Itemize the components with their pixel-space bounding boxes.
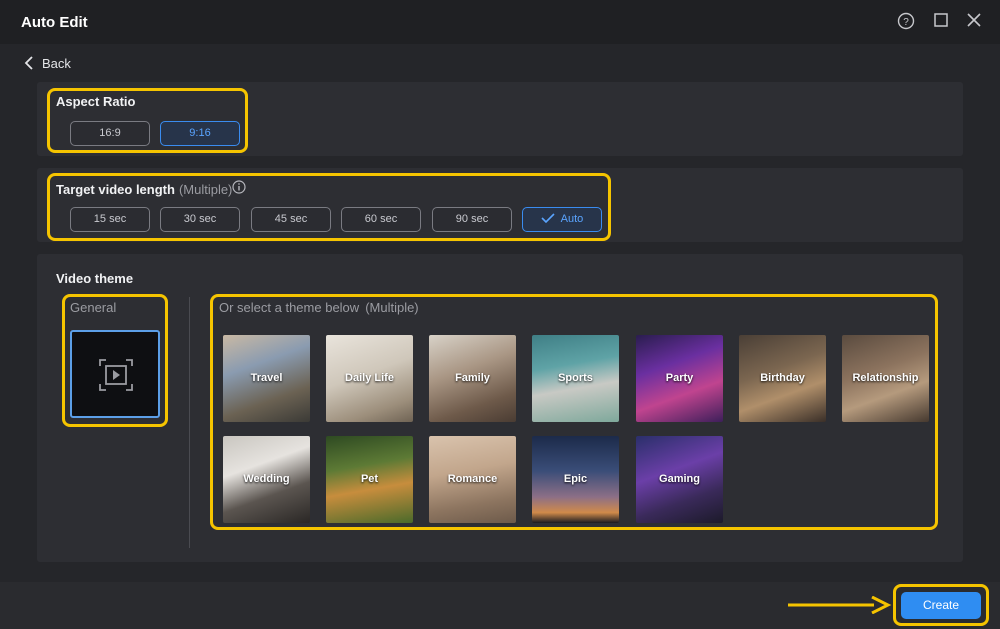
- length-60-button[interactable]: 60 sec: [341, 207, 421, 232]
- target-length-label: Target video length (Multiple): [56, 182, 232, 197]
- aspect-9-16-button[interactable]: 9:16: [160, 121, 240, 146]
- theme-sports[interactable]: Sports: [532, 335, 619, 422]
- theme-birthday[interactable]: Birthday: [739, 335, 826, 422]
- arrow-right-icon: [788, 596, 892, 614]
- back-button[interactable]: Back: [24, 54, 71, 72]
- length-auto-label: Auto: [560, 213, 584, 225]
- theme-gaming-label: Gaming: [659, 473, 700, 485]
- theme-family-label: Family: [455, 372, 490, 384]
- theme-birthday-label: Birthday: [760, 372, 805, 384]
- info-icon[interactable]: [232, 180, 246, 199]
- window-title: Auto Edit: [21, 14, 88, 31]
- theme-party[interactable]: Party: [636, 335, 723, 422]
- length-45-button[interactable]: 45 sec: [251, 207, 331, 232]
- theme-romance[interactable]: Romance: [429, 436, 516, 523]
- help-icon[interactable]: ?: [896, 12, 916, 32]
- video-frame-icon: [99, 359, 133, 391]
- close-icon[interactable]: [964, 12, 984, 32]
- theme-divider: [189, 297, 190, 548]
- aspect-16-9-button[interactable]: 16:9: [70, 121, 150, 146]
- maximize-icon[interactable]: [931, 12, 951, 32]
- create-button[interactable]: Create: [901, 592, 981, 619]
- theme-gaming[interactable]: Gaming: [636, 436, 723, 523]
- theme-wedding-label: Wedding: [243, 473, 290, 485]
- back-label: Back: [42, 55, 71, 71]
- theme-travel-label: Travel: [250, 372, 283, 384]
- theme-wedding[interactable]: Wedding: [223, 436, 310, 523]
- svg-text:?: ?: [903, 17, 909, 28]
- theme-epic[interactable]: Epic: [532, 436, 619, 523]
- theme-relationship[interactable]: Relationship: [842, 335, 929, 422]
- theme-family[interactable]: Family: [429, 335, 516, 422]
- video-theme-label: Video theme: [56, 271, 134, 286]
- length-30-button[interactable]: 30 sec: [160, 207, 240, 232]
- aspect-ratio-label: Aspect Ratio: [56, 94, 136, 109]
- theme-travel[interactable]: Travel: [223, 335, 310, 422]
- chevron-left-icon: [24, 56, 33, 70]
- theme-pet-label: Pet: [360, 473, 379, 485]
- general-label: General: [70, 300, 117, 315]
- length-15-button[interactable]: 15 sec: [70, 207, 150, 232]
- target-length-sub: (Multiple): [178, 182, 233, 197]
- select-theme-label: Or select a theme below (Multiple): [219, 300, 419, 315]
- length-auto-button[interactable]: Auto: [522, 207, 602, 232]
- title-bar: Auto Edit ?: [0, 0, 1000, 44]
- target-length-title: Target video length: [56, 182, 175, 197]
- theme-epic-label: Epic: [563, 473, 588, 485]
- theme-daily-life-label: Daily Life: [345, 372, 394, 384]
- theme-daily-life[interactable]: Daily Life: [326, 335, 413, 422]
- select-theme-sub: (Multiple): [365, 300, 419, 315]
- theme-pet[interactable]: Pet: [326, 436, 413, 523]
- length-90-button[interactable]: 90 sec: [432, 207, 512, 232]
- theme-romance-label: Romance: [447, 473, 498, 485]
- check-icon: [541, 213, 555, 224]
- general-theme-card[interactable]: [70, 330, 160, 418]
- theme-sports-label: Sports: [558, 372, 593, 384]
- select-theme-title: Or select a theme below: [219, 300, 360, 315]
- theme-party-label: Party: [665, 372, 694, 384]
- theme-relationship-label: Relationship: [852, 372, 919, 384]
